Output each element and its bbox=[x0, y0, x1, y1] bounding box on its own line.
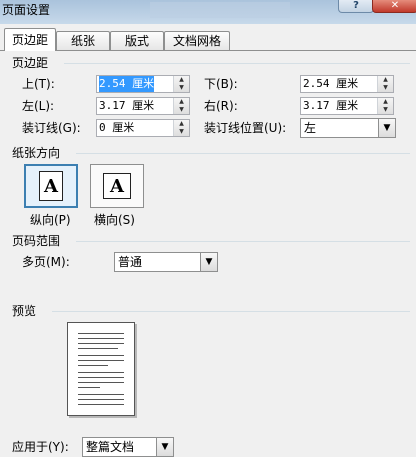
pages-divider bbox=[76, 241, 410, 242]
portrait-button[interactable]: A bbox=[24, 164, 78, 208]
tab-document-grid[interactable]: 文档网格 bbox=[164, 31, 230, 50]
spin-down-icon[interactable]: ▼ bbox=[378, 84, 393, 92]
margins-section-title: 页边距 bbox=[12, 56, 49, 70]
close-icon: ✕ bbox=[390, 0, 400, 11]
right-margin-label: 右(R): bbox=[204, 99, 238, 113]
portrait-page-icon: A bbox=[39, 171, 63, 201]
window-title: 页面设置 bbox=[2, 3, 51, 17]
landscape-button[interactable]: A bbox=[90, 164, 144, 208]
dropdown-arrow-icon[interactable]: ▼ bbox=[156, 438, 173, 456]
spin-up-icon[interactable]: ▲ bbox=[174, 120, 189, 128]
preview-line bbox=[78, 382, 124, 383]
close-button[interactable]: ✕ bbox=[372, 0, 416, 13]
portrait-label[interactable]: 纵向(P) bbox=[30, 210, 71, 230]
gutter-spin-arrows[interactable]: ▲ ▼ bbox=[173, 120, 189, 136]
dropdown-arrow-icon[interactable]: ▼ bbox=[378, 119, 395, 137]
gutter-position-value: 左 bbox=[304, 121, 317, 135]
orientation-section-title: 纸张方向 bbox=[12, 146, 61, 160]
preview-line bbox=[78, 404, 124, 405]
bottom-margin-field[interactable]: 2.54 厘米 ▲ ▼ bbox=[300, 75, 394, 93]
gutter-field[interactable]: 0 厘米 ▲ ▼ bbox=[96, 119, 190, 137]
multiple-pages-value: 普通 bbox=[118, 255, 143, 269]
preview-line bbox=[78, 338, 124, 339]
multiple-pages-label: 多页(M): bbox=[22, 255, 70, 269]
tab-margins[interactable]: 页边距 bbox=[4, 28, 56, 51]
spin-up-icon[interactable]: ▲ bbox=[174, 98, 189, 106]
right-margin-value[interactable]: 3.17 厘米 bbox=[303, 98, 358, 114]
preview-line bbox=[78, 394, 124, 395]
apply-to-label: 应用于(Y): bbox=[12, 440, 69, 454]
spin-down-icon[interactable]: ▼ bbox=[174, 106, 189, 114]
tab-divider bbox=[0, 50, 416, 51]
top-margin-label: 上(T): bbox=[22, 77, 55, 91]
tab-paper[interactable]: 纸张 bbox=[56, 31, 110, 50]
spin-up-icon[interactable]: ▲ bbox=[174, 76, 189, 84]
spin-down-icon[interactable]: ▼ bbox=[174, 84, 189, 92]
spin-down-icon[interactable]: ▼ bbox=[174, 128, 189, 136]
preview-line bbox=[78, 360, 124, 361]
preview-line bbox=[78, 355, 124, 356]
right-margin-field[interactable]: 3.17 厘米 ▲ ▼ bbox=[300, 97, 394, 115]
tab-layout[interactable]: 版式 bbox=[110, 31, 164, 50]
preview-line bbox=[78, 372, 124, 373]
top-margin-spin-arrows[interactable]: ▲ ▼ bbox=[173, 76, 189, 92]
gutter-label: 装订线(G): bbox=[22, 121, 81, 135]
left-margin-label: 左(L): bbox=[22, 99, 55, 113]
help-button[interactable]: ? bbox=[338, 0, 374, 13]
pages-section-title: 页码范围 bbox=[12, 234, 61, 248]
bottom-margin-spin-arrows[interactable]: ▲ ▼ bbox=[377, 76, 393, 92]
preview-line bbox=[78, 387, 100, 388]
preview-section-title: 预览 bbox=[12, 304, 37, 318]
preview-line bbox=[78, 399, 124, 400]
dropdown-arrow-icon[interactable]: ▼ bbox=[200, 253, 217, 271]
top-margin-value[interactable]: 2.54 厘米 bbox=[99, 76, 155, 92]
apply-to-select[interactable]: 整篇文档 ▼ bbox=[82, 437, 174, 457]
preview-line bbox=[78, 365, 108, 366]
preview-line bbox=[78, 343, 124, 344]
bottom-margin-label: 下(B): bbox=[204, 77, 238, 91]
apply-to-value: 整篇文档 bbox=[86, 440, 135, 454]
gutter-position-select[interactable]: 左 ▼ bbox=[300, 118, 396, 138]
margins-divider bbox=[64, 63, 410, 64]
left-margin-field[interactable]: 3.17 厘米 ▲ ▼ bbox=[96, 97, 190, 115]
right-margin-spin-arrows[interactable]: ▲ ▼ bbox=[377, 98, 393, 114]
preview-line bbox=[78, 348, 118, 349]
landscape-label[interactable]: 横向(S) bbox=[94, 210, 135, 230]
landscape-page-icon: A bbox=[103, 173, 131, 199]
bottom-margin-value[interactable]: 2.54 厘米 bbox=[303, 76, 358, 92]
preview-line bbox=[78, 377, 124, 378]
help-icon: ? bbox=[353, 0, 359, 11]
spin-down-icon[interactable]: ▼ bbox=[378, 106, 393, 114]
left-margin-spin-arrows[interactable]: ▲ ▼ bbox=[173, 98, 189, 114]
orientation-divider bbox=[76, 153, 410, 154]
gutter-position-label: 装订线位置(U): bbox=[204, 121, 287, 135]
preview-line bbox=[78, 333, 124, 334]
preview-divider bbox=[52, 311, 410, 312]
spin-up-icon[interactable]: ▲ bbox=[378, 76, 393, 84]
gutter-value[interactable]: 0 厘米 bbox=[99, 120, 134, 136]
multiple-pages-select[interactable]: 普通 ▼ bbox=[114, 252, 218, 272]
spin-up-icon[interactable]: ▲ bbox=[378, 98, 393, 106]
blurred-background-strip bbox=[150, 2, 290, 18]
top-margin-field[interactable]: 2.54 厘米 ▲ ▼ bbox=[96, 75, 190, 93]
preview-page bbox=[67, 322, 135, 416]
left-margin-value[interactable]: 3.17 厘米 bbox=[99, 98, 154, 114]
